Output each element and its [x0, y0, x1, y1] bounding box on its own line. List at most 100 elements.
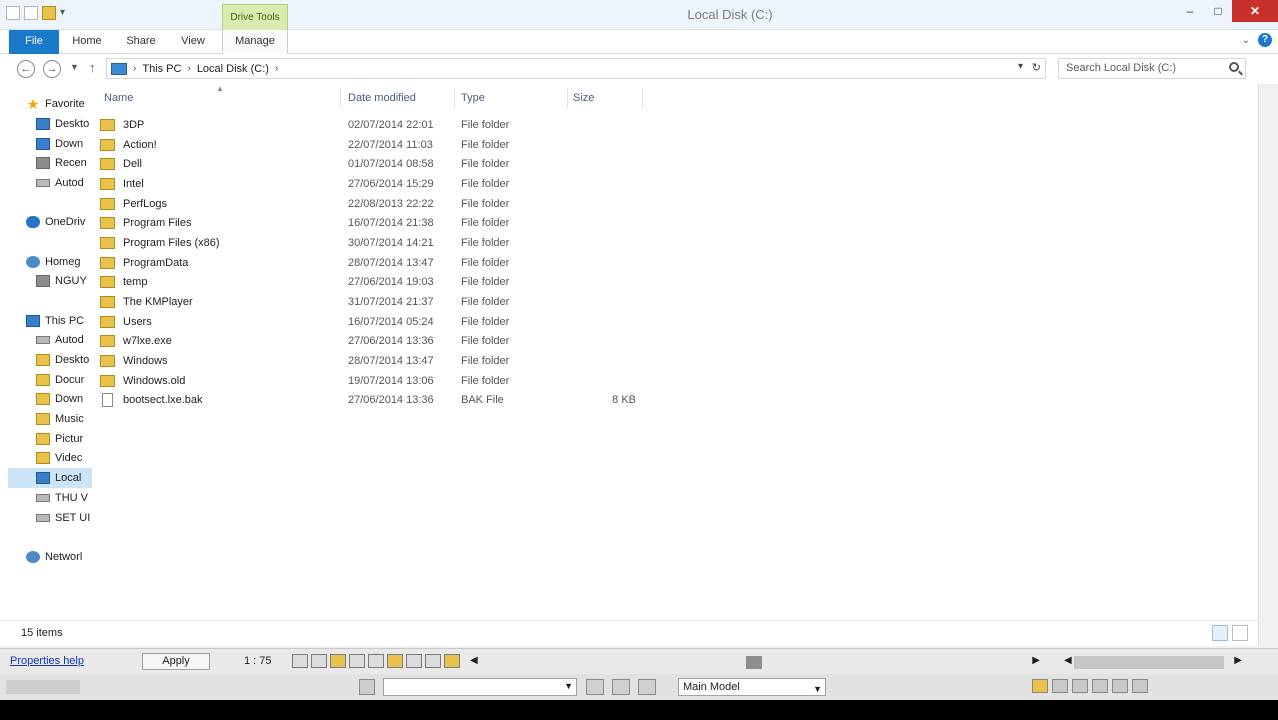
viewport-icon[interactable] [638, 679, 656, 695]
column-divider[interactable] [642, 88, 643, 108]
selection-icon[interactable] [444, 654, 460, 668]
tab-manage[interactable]: Manage [222, 30, 288, 54]
nav-pc-desktop[interactable]: Deskto [36, 350, 92, 370]
nav-local-disk[interactable]: Local [8, 468, 92, 488]
table-row[interactable]: Action! 22/07/2014 11:03 File folder [100, 135, 640, 155]
address-bar[interactable]: › This PC › Local Disk (C:) › ▾ ↻ [106, 58, 1046, 79]
table-row[interactable]: temp 27/06/2014 19:03 File folder [100, 272, 640, 292]
refresh-icon[interactable]: ↻ [1032, 61, 1041, 74]
column-divider[interactable] [567, 88, 568, 108]
tab-home[interactable]: Home [72, 30, 102, 54]
details-view-icon[interactable] [1212, 625, 1228, 641]
table-row[interactable]: ProgramData 28/07/2014 13:47 File folder [100, 253, 640, 273]
table-row[interactable]: Program Files (x86) 30/07/2014 14:21 File … [100, 233, 640, 253]
layer-icon[interactable] [359, 679, 375, 695]
nav-onedrive[interactable]: OneDriv [26, 212, 92, 232]
maximize-button[interactable]: □ [1204, 0, 1232, 22]
nav-network[interactable]: Networl [26, 547, 92, 567]
table-row[interactable]: Dell 01/07/2014 08:58 File folder [100, 154, 640, 174]
close-button[interactable]: ✕ [1232, 0, 1278, 22]
breadcrumb-separator-icon[interactable]: › [275, 63, 278, 74]
breadcrumb-this-pc[interactable]: This PC [142, 63, 181, 75]
hardware-icon[interactable] [1112, 679, 1128, 693]
osnap-icon[interactable] [368, 654, 384, 668]
column-divider[interactable] [340, 88, 341, 108]
model-dropdown[interactable]: Main Model ▼ [678, 678, 826, 696]
table-row[interactable]: bootsect.lxe.bak 27/06/2014 13:36 BAK File… [100, 390, 640, 410]
nav-pc-pictures[interactable]: Pictur [36, 429, 92, 449]
nav-pc-documents[interactable]: Docur [36, 370, 92, 390]
column-header-date[interactable]: Date modified [348, 92, 416, 104]
tab-share[interactable]: Share [126, 30, 156, 54]
nav-user[interactable]: NGUY [36, 271, 92, 291]
nav-downloads[interactable]: Down [36, 134, 92, 154]
table-row[interactable]: PerfLogs 22/08/2013 22:22 File folder [100, 194, 640, 214]
nav-pc-autodesk[interactable]: Autod [36, 330, 92, 350]
layout-icon[interactable] [612, 679, 630, 695]
tab-view[interactable]: View [178, 30, 208, 54]
polar-icon[interactable] [349, 654, 365, 668]
up-button[interactable]: ↑ [89, 60, 96, 75]
otrack-icon[interactable] [387, 654, 403, 668]
horizontal-scrollbar[interactable]: ◀ ▶ [470, 655, 1052, 669]
scroll-thumb[interactable] [746, 656, 762, 669]
chevron-down-icon[interactable]: ▼ [813, 681, 822, 697]
snap-icon[interactable] [311, 654, 327, 668]
nav-pc-music[interactable]: Music [36, 409, 92, 429]
nav-drive-setup[interactable]: SET UI [36, 508, 92, 528]
chevron-down-icon[interactable]: ▼ [564, 681, 573, 691]
column-divider[interactable] [454, 88, 455, 108]
table-row[interactable]: Windows 28/07/2014 13:47 File folder [100, 351, 640, 371]
workspace-icon[interactable] [1052, 679, 1068, 693]
forward-button[interactable]: → [43, 60, 61, 78]
scroll-thumb[interactable] [1074, 656, 1224, 669]
clean-screen-icon[interactable] [1132, 679, 1148, 693]
column-header-type[interactable]: Type [461, 92, 485, 104]
table-row[interactable]: Program Files 16/07/2014 21:38 File folder [100, 213, 640, 233]
table-row[interactable]: 3DP 02/07/2014 22:01 File folder [100, 115, 640, 135]
back-button[interactable]: ← [17, 60, 35, 78]
model-icon[interactable] [586, 679, 604, 695]
breadcrumb-local-disk[interactable]: Local Disk (C:) [197, 63, 269, 75]
new-folder-icon[interactable] [42, 6, 56, 20]
apply-button[interactable]: Apply [142, 653, 210, 670]
scale-readout[interactable]: 1 : 75 [244, 655, 272, 667]
dynamic-input-icon[interactable] [406, 654, 422, 668]
address-dropdown-icon[interactable]: ▾ [1018, 61, 1023, 72]
scroll-right-icon[interactable]: ▶ [1234, 655, 1242, 666]
lineweight-icon[interactable] [425, 654, 441, 668]
table-row[interactable]: w7lxe.exe 27/06/2014 13:36 File folder [100, 331, 640, 351]
scroll-right-icon[interactable]: ▶ [1032, 655, 1040, 666]
breadcrumb-separator-icon[interactable]: › [133, 63, 136, 74]
nav-drive-thu[interactable]: THU V [36, 488, 92, 508]
tab-file[interactable]: File [9, 30, 59, 54]
large-icons-view-icon[interactable] [1232, 625, 1248, 641]
qat-customize-chevron-icon[interactable]: ▾ [60, 6, 74, 20]
minimize-button[interactable]: – [1176, 0, 1204, 22]
properties-icon[interactable] [24, 6, 38, 20]
table-row[interactable]: Windows.old 19/07/2014 13:06 File folder [100, 371, 640, 391]
nav-autodesk[interactable]: Autod [36, 173, 92, 193]
column-header-size[interactable]: Size [573, 92, 594, 104]
nav-pc-downloads[interactable]: Down [36, 389, 92, 409]
grid-icon[interactable] [292, 654, 308, 668]
search-icon[interactable] [1229, 62, 1239, 72]
help-icon[interactable]: ? [1258, 33, 1272, 47]
nav-homegroup[interactable]: Homeg [26, 252, 92, 272]
table-row[interactable]: Intel 27/06/2014 15:29 File folder [100, 174, 640, 194]
table-row[interactable]: The KMPlayer 31/07/2014 21:37 File folder [100, 292, 640, 312]
app-icon[interactable] [6, 6, 20, 20]
nav-recent-places[interactable]: Recen [36, 153, 92, 173]
nav-desktop[interactable]: Deskto [36, 114, 92, 134]
scroll-left-icon[interactable]: ◀ [1064, 655, 1072, 666]
column-header-name[interactable]: Name [104, 92, 133, 104]
breadcrumb-separator-icon[interactable]: › [187, 63, 190, 74]
nav-favorites[interactable]: ★ Favorite [26, 94, 92, 114]
table-row[interactable]: Users 16/07/2014 05:24 File folder [100, 312, 640, 332]
nav-this-pc[interactable]: This PC [26, 311, 92, 331]
isolate-icon[interactable] [1092, 679, 1108, 693]
properties-help-link[interactable]: Properties help [10, 655, 84, 667]
ortho-icon[interactable] [330, 654, 346, 668]
lock-icon[interactable] [1072, 679, 1088, 693]
scroll-left-icon[interactable]: ◀ [470, 655, 478, 666]
